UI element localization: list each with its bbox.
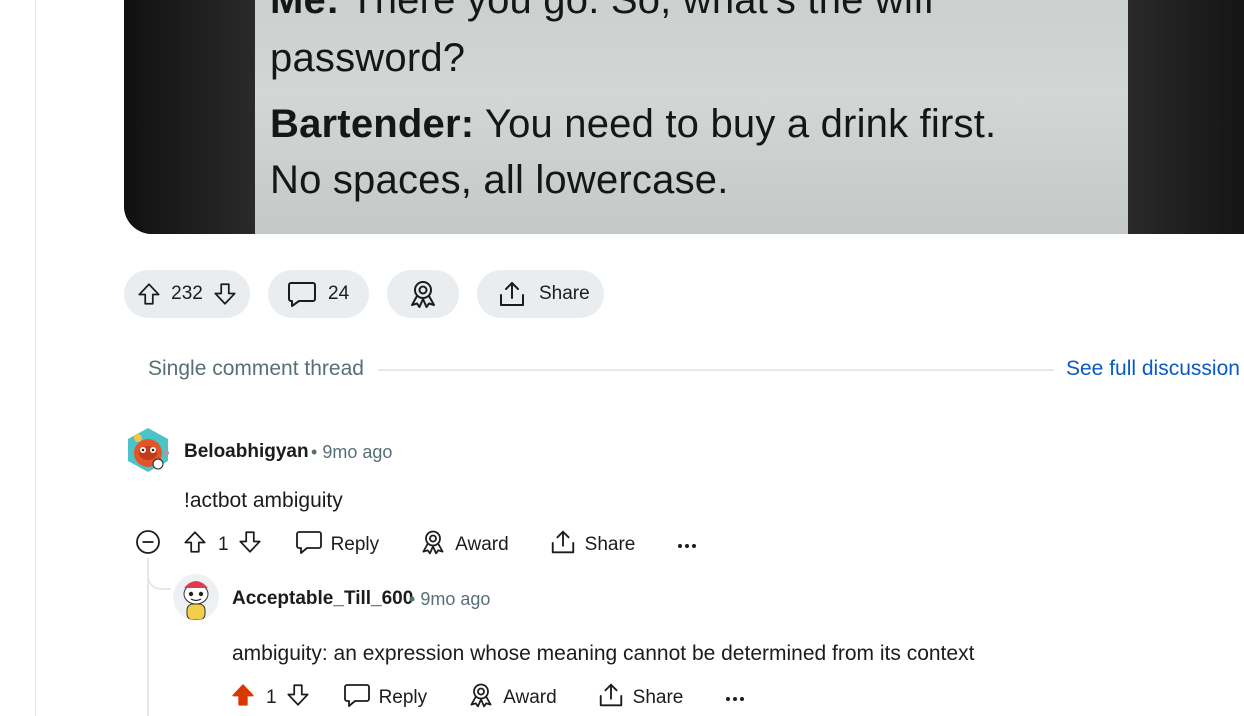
share-button[interactable]: Share [549,528,636,562]
comment-body: ambiguity: an expression whose meaning c… [232,642,975,665]
more-icon[interactable] [677,534,697,556]
image-line-3: Bartender: You need to buy a drink first… [270,102,997,146]
downvote-icon[interactable] [212,281,238,307]
reply-label: Reply [330,534,380,555]
post-image[interactable]: Me: There you go. So, what's the wifi pa… [124,0,1244,234]
collapse-icon [134,528,162,562]
comment-timestamp: • 9mo ago [409,589,491,609]
photo-shade-left [124,0,255,234]
comment-icon [286,280,318,308]
avatar[interactable] [173,574,219,620]
award-button[interactable] [387,270,459,318]
reply-label: Reply [378,687,428,708]
award-icon [467,681,495,715]
comment-actions: 1 Reply Award Share [134,528,697,562]
comment-score: 1 [266,687,277,708]
share-label: Share [539,283,590,304]
reply-button[interactable]: Reply [343,682,428,714]
share-button[interactable]: Share [597,681,684,715]
comment-username[interactable]: Acceptable_Till_600 [232,588,413,610]
upvote-icon[interactable] [230,682,256,714]
award-icon [407,278,439,310]
comments-button[interactable]: 24 [268,270,369,318]
share-label: Share [584,534,636,555]
comment-count: 24 [328,283,350,304]
image-line-2: password? [270,36,466,80]
photo-screen: Me: There you go. So, what's the wifi pa… [255,0,1128,234]
share-label: Share [632,687,684,708]
award-label: Award [503,687,557,708]
comment-actions: 1 Reply Award Share [230,681,745,715]
reply-icon [295,529,323,561]
more-icon[interactable] [725,687,745,709]
comment-username[interactable]: Beloabhigyan [184,441,309,463]
share-icon [549,528,577,562]
upvote-icon[interactable] [136,281,162,307]
upvote-icon[interactable] [182,529,208,561]
see-full-discussion-link[interactable]: See full discussion [1066,357,1240,381]
downvote-icon[interactable] [285,682,311,714]
comment-score: 1 [218,534,229,555]
downvote-icon[interactable] [237,529,263,561]
award-label: Award [455,534,509,555]
thread-branch [147,558,171,590]
share-icon [597,681,625,715]
award-button[interactable]: Award [467,681,557,715]
comment-body: !actbot ambiguity [184,489,343,512]
award-button[interactable]: Award [419,528,509,562]
thread-label: Single comment thread [148,357,364,380]
image-line-4: No spaces, all lowercase. [270,158,729,202]
award-icon [419,528,447,562]
collapse-button[interactable] [134,528,162,562]
reply-button[interactable]: Reply [295,529,380,561]
thread-divider [378,369,1054,371]
photo-shade-right [1128,0,1244,234]
avatar[interactable] [124,426,172,474]
post-vote-pill: 232 [124,270,250,318]
share-icon [497,279,527,309]
reply-icon [343,682,371,714]
left-rule [35,0,36,716]
image-line-1: Me: There you go. So, what's the wifi [270,0,934,22]
post-score: 232 [171,283,203,304]
share-button[interactable]: Share [477,270,604,318]
comment-timestamp: • 9mo ago [311,442,393,462]
